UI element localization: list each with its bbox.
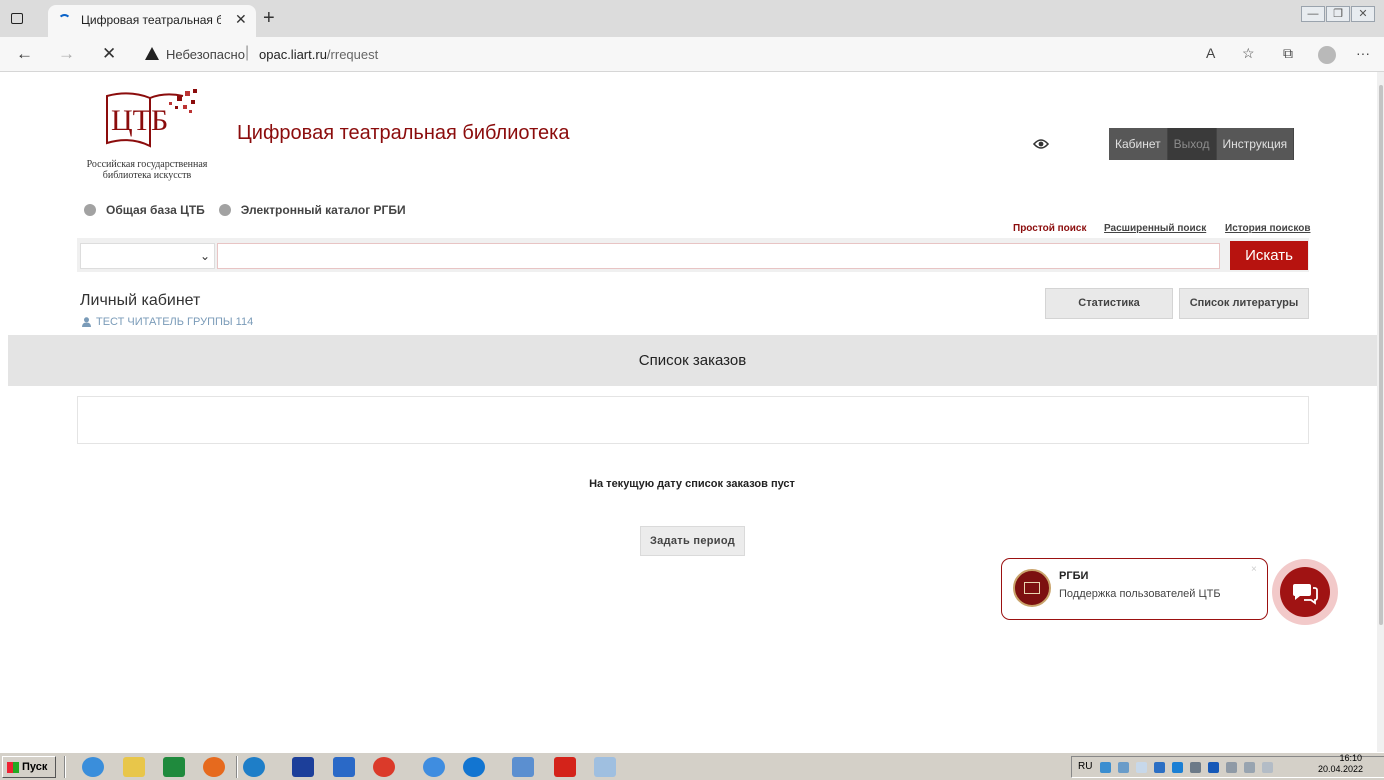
warning-icon[interactable] (145, 47, 159, 60)
loading-spinner-icon (58, 14, 71, 27)
chevron-down-icon: ⌄ (199, 249, 210, 263)
back-arrow-icon[interactable]: ← (16, 44, 33, 64)
internet-explorer-icon[interactable] (82, 757, 104, 777)
search-field-select[interactable]: ⌄ (80, 243, 215, 269)
collections-icon[interactable]: ⧉ (1283, 45, 1293, 62)
library-emblem-icon (1024, 582, 1040, 594)
chat-message: Поддержка пользователей ЦТБ (1059, 588, 1221, 600)
radio-rgbi-catalog[interactable] (218, 204, 231, 216)
ctb-logo[interactable]: ЦТБ (105, 88, 200, 150)
cabinet-button[interactable]: Кабинет (1109, 128, 1168, 160)
clock-time: 16:10 (1339, 753, 1362, 763)
power-icon[interactable] (1262, 762, 1273, 773)
more-menu-icon[interactable]: ··· (1356, 45, 1370, 61)
literature-list-button[interactable]: Список литературы (1179, 288, 1309, 319)
url-host: opac.liart.ru (259, 47, 327, 62)
radio-rgbi-catalog-label[interactable]: Электронный каталог РГБИ (241, 203, 406, 217)
start-label: Пуск (22, 761, 48, 773)
url-field[interactable]: opac.liart.ru/rrequest (259, 47, 378, 62)
media-player-icon[interactable] (163, 757, 185, 777)
firefox-icon[interactable] (203, 757, 225, 777)
app-tray-icon[interactable] (1136, 762, 1147, 773)
thunderbird-icon[interactable] (423, 757, 445, 777)
calculator-app-icon[interactable] (292, 757, 314, 777)
tab-close-button[interactable]: ✕ (235, 11, 247, 28)
document-viewer-icon[interactable] (512, 757, 534, 777)
search-input[interactable] (217, 243, 1220, 269)
url-path: /rrequest (326, 47, 379, 62)
browser-tab-bar: Цифровая театральная библио ✕ + — ❐ ✕ (0, 0, 1384, 37)
taskbar-separator (236, 756, 238, 778)
chat-popup[interactable]: РГБИ Поддержка пользователей ЦТБ × (1001, 558, 1268, 620)
file-explorer-icon[interactable] (123, 757, 145, 777)
taskbar-separator (64, 756, 66, 778)
edge-icon[interactable] (243, 757, 265, 777)
bluetooth-icon[interactable] (1208, 762, 1219, 773)
chat-icon (1293, 584, 1318, 605)
orders-title: Список заказов (638, 352, 747, 369)
orders-header: Список заказов (8, 335, 1377, 386)
volume-icon[interactable] (1190, 762, 1201, 773)
minimize-button[interactable]: — (1301, 6, 1325, 22)
forward-arrow-icon[interactable]: → (58, 44, 75, 64)
user-info: ТЕСТ ЧИТАТЕЛЬ ГРУППЫ 114 (82, 316, 253, 328)
user-icon (82, 317, 91, 327)
chat-sender: РГБИ (1059, 570, 1089, 582)
language-indicator[interactable]: RU (1078, 761, 1092, 772)
sync-icon[interactable] (1172, 762, 1183, 773)
radio-general-base-label[interactable]: Общая база ЦТБ (106, 203, 205, 217)
scrollbar-thumb[interactable] (1379, 85, 1383, 625)
advanced-search-link[interactable]: Расширенный поиск (1104, 223, 1206, 234)
read-aloud-icon[interactable]: A (1206, 45, 1215, 61)
chat-button[interactable] (1280, 567, 1330, 617)
start-button[interactable]: Пуск (2, 756, 56, 778)
app-24-icon[interactable] (333, 757, 355, 777)
favorite-star-icon[interactable]: ☆ (1242, 45, 1255, 62)
rgbi-avatar (1013, 569, 1051, 607)
windows-taskbar: Пуск RU (0, 752, 1384, 780)
set-period-button[interactable]: Задать период (640, 526, 745, 556)
network-icon[interactable] (1100, 762, 1111, 773)
search-button[interactable]: Искать (1230, 241, 1308, 270)
radio-general-base[interactable] (84, 204, 96, 216)
search-history-link[interactable]: История поисков (1225, 223, 1310, 234)
catalog-selector: Общая база ЦТБ Электронный каталог РГБИ (84, 203, 420, 217)
close-window-button[interactable]: ✕ (1351, 6, 1375, 22)
accessibility-eye-icon[interactable] (1033, 138, 1049, 150)
chat-close-button[interactable]: × (1251, 564, 1257, 575)
user-name: ТЕСТ ЧИТАТЕЛЬ ГРУППЫ 114 (96, 316, 254, 328)
tab-actions-icon[interactable] (11, 13, 23, 24)
stop-loading-icon[interactable]: ✕ (102, 44, 116, 64)
paint-icon[interactable] (594, 757, 616, 777)
new-tab-button[interactable]: + (263, 7, 275, 30)
windows-flag-icon (7, 761, 19, 773)
shield-icon[interactable] (1118, 762, 1129, 773)
page-title: Личный кабинет (80, 292, 201, 309)
orders-list (77, 396, 1309, 444)
empty-orders-message: На текущую дату список заказов пуст (589, 478, 795, 490)
acrobat-icon[interactable] (554, 757, 576, 777)
insecure-label[interactable]: Небезопасно (166, 47, 245, 62)
profile-avatar-icon[interactable] (1318, 46, 1336, 64)
logo-caption: Российская государственная библиотека ис… (86, 159, 208, 181)
tab-title: Цифровая театральная библио (81, 13, 221, 27)
url-separator: | (245, 44, 250, 61)
instruction-button[interactable]: Инструкция (1216, 128, 1295, 160)
logo-text: ЦТБ (111, 104, 168, 137)
top-nav: Кабинет Выход Инструкция (1109, 128, 1295, 160)
chrome-icon[interactable] (373, 757, 395, 777)
clock-date: 20.04.2022 (1318, 764, 1364, 774)
taskbar-clock[interactable]: 16:10 20.04.2022 (1318, 753, 1364, 775)
teamviewer-icon[interactable] (463, 757, 485, 777)
site-title[interactable]: Цифровая театральная библиотека (237, 122, 569, 145)
logout-button[interactable]: Выход (1167, 128, 1217, 160)
simple-search-link[interactable]: Простой поиск (1013, 223, 1087, 234)
usb-icon[interactable] (1226, 762, 1237, 773)
display-icon[interactable] (1244, 762, 1255, 773)
search-tray-icon[interactable] (1154, 762, 1165, 773)
address-bar: ← → ✕ Небезопасно | opac.liart.ru/rreque… (0, 37, 1384, 72)
statistics-button[interactable]: Статистика (1045, 288, 1173, 319)
maximize-button[interactable]: ❐ (1326, 6, 1350, 22)
browser-tab[interactable]: Цифровая театральная библио ✕ (48, 5, 256, 37)
